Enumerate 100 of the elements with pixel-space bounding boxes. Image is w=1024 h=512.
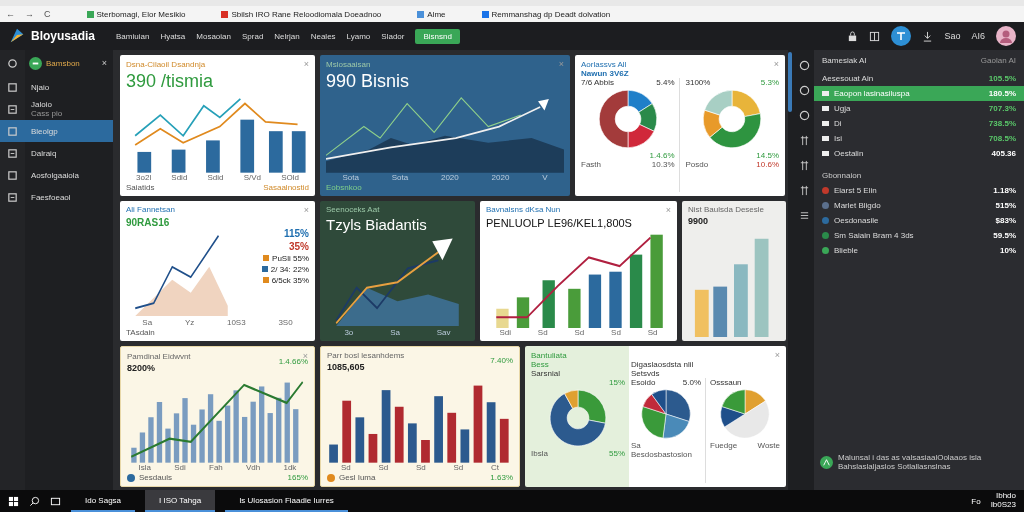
bar	[368, 434, 378, 463]
footer-value: 55%	[609, 449, 625, 459]
menu-icon[interactable]	[798, 210, 810, 221]
sidebar-sublabel: Cass pio	[31, 109, 63, 118]
bar	[276, 398, 282, 463]
row-label: Ugja	[834, 104, 851, 113]
bar	[267, 413, 273, 463]
bar	[131, 448, 137, 463]
axis-label: Fah	[209, 463, 223, 472]
card-title: Parr bosl lesanhdems	[327, 351, 405, 361]
lock-icon[interactable]	[847, 30, 859, 42]
stat-value: 35%	[289, 240, 309, 252]
footer-label: Woste	[757, 441, 780, 451]
taskbar-app[interactable]: I ISO Tahga	[145, 490, 216, 512]
bar	[713, 286, 728, 338]
nav-link[interactable]: Nelrjan	[274, 31, 300, 41]
footer-label: Saiatids	[126, 182, 156, 192]
taskbar-app[interactable]: Is Ulosasion Fiaadie Iurres	[225, 490, 348, 512]
panel-row[interactable]: Oestalin 405.36	[814, 146, 1024, 161]
bar	[496, 308, 509, 329]
row-value: 10%	[1000, 246, 1016, 255]
bookmark[interactable]: Remmanshag dp Deadt dolvation	[481, 9, 611, 19]
bookmark[interactable]: Sterbomagi, Elor Mesikio	[86, 9, 186, 19]
nav-link[interactable]: Neales	[310, 31, 336, 41]
download-icon[interactable]	[922, 30, 934, 42]
scrollbar-thumb[interactable]	[788, 52, 792, 112]
windows-icon[interactable]	[8, 495, 19, 507]
legend-label: PuSli 55%	[272, 253, 309, 263]
bar	[460, 429, 470, 463]
row-value: 708.5%	[988, 134, 1016, 143]
bar	[407, 423, 417, 463]
close-button[interactable]: ×	[101, 58, 107, 68]
avatar-icon	[29, 56, 42, 70]
browser-nav-button[interactable]: →	[25, 9, 34, 19]
stat-label: Esoido	[631, 378, 656, 388]
footer-value: 10.6%	[756, 160, 779, 169]
bar	[182, 398, 188, 463]
nav-link[interactable]: Sprad	[242, 31, 264, 41]
section-subtitle: Setsvds	[631, 369, 661, 379]
bar	[216, 421, 222, 463]
task-view-icon[interactable]	[50, 495, 61, 507]
row-label: Sm Saiain Bram 4 3ds	[834, 231, 914, 240]
user-label: AI6	[971, 31, 985, 41]
circle-icon[interactable]	[798, 110, 810, 121]
browser-nav-button[interactable]: ←	[6, 9, 15, 19]
sidebar-item[interactable]: Faesfoeaol	[0, 186, 113, 208]
sidebar-label: Jaloio	[31, 100, 53, 109]
axis-label: V	[542, 172, 548, 182]
circle-icon[interactable]	[798, 60, 810, 71]
taskbar-app[interactable]: Ido Sagsa	[71, 490, 136, 512]
panel-row[interactable]: Ugja 707.3%	[814, 101, 1024, 116]
bar	[447, 413, 457, 463]
app-logo: Bloyusadia	[31, 29, 96, 43]
nav-link[interactable]: Hyatsa	[160, 31, 186, 41]
nav-link[interactable]: Bamiuian	[116, 31, 150, 41]
panel-row[interactable]: Isi 708.5%	[814, 131, 1024, 146]
headline-value: PENLUOLP LE96/KEL1,800S	[486, 216, 633, 229]
bar	[329, 444, 338, 463]
stat-value: 14.5%	[755, 151, 779, 160]
tool-icon[interactable]	[798, 160, 810, 171]
sidebar-item[interactable]: Jaloio Cass pio	[0, 98, 113, 120]
footer-label: Ibsla	[531, 449, 548, 459]
search-icon[interactable]	[29, 495, 40, 507]
sidebar-item[interactable]: Njaio	[0, 76, 113, 98]
footer-label: 1.63%	[490, 473, 513, 482]
sidebar-label: Njaio	[31, 82, 50, 92]
bookmark[interactable]: Sbilsh IRO Rane Reloodiomala Doeadnoo	[221, 9, 382, 19]
stat-label: 5.0%	[682, 378, 701, 388]
bar	[224, 405, 231, 463]
stat-label: Osssaun	[710, 378, 743, 388]
panel-row[interactable]: Aesesouat Ain 105.5%	[814, 71, 1024, 86]
avatar-icon[interactable]	[996, 26, 1016, 46]
sidebar-item[interactable]: Bleolgp	[0, 120, 113, 142]
footer-value: 10.3%	[651, 160, 675, 169]
sidebar-item[interactable]: Dalraiq	[0, 142, 113, 164]
sidebar-item[interactable]: Aosfolgaaiola	[0, 164, 113, 186]
gear-icon[interactable]	[7, 57, 18, 69]
folder-icon	[822, 121, 829, 126]
assistant-icon[interactable]	[891, 26, 912, 46]
notification-text: Malunsal i das as valsasiaalOolaaos isla Bahslaslaljaslos Sotlallasnslnas	[838, 452, 983, 472]
nav-link[interactable]: Lyamo	[346, 31, 371, 41]
browser-nav-button[interactable]: C	[44, 9, 51, 19]
stat-label: Sarsnial	[531, 369, 561, 379]
bar	[486, 402, 496, 463]
panel-icon[interactable]	[869, 30, 881, 42]
nav-link[interactable]: Slador	[381, 31, 405, 41]
circle-icon[interactable]	[798, 85, 810, 96]
sidebar-label: Aosfolgaaiola	[31, 170, 80, 180]
folder-icon	[822, 136, 829, 141]
logo-icon	[8, 27, 26, 45]
row-label: Isi	[834, 134, 842, 143]
row-label: Di	[834, 119, 842, 128]
nav-link[interactable]: Mosaoian	[196, 31, 231, 41]
card-title: Mslosaaisan	[326, 59, 371, 69]
bookmark[interactable]: Alme	[417, 9, 446, 19]
card-title: Seenoceks Aat	[326, 204, 380, 214]
panel-row[interactable]: Di 738.5%	[814, 116, 1024, 131]
panel-tag: Gaolan AI	[980, 56, 1016, 65]
tool-icon[interactable]	[798, 185, 810, 196]
tool-icon[interactable]	[798, 135, 810, 146]
